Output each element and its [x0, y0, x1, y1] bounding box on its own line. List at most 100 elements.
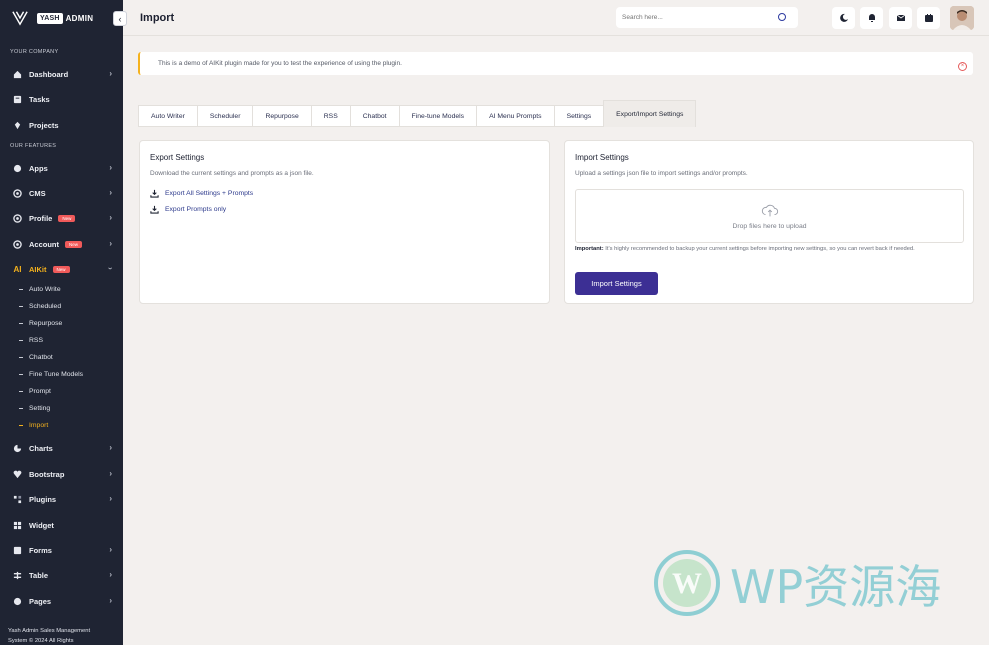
settings-tabs: Auto Writer Scheduler Repurpose RSS Chat…	[138, 100, 697, 127]
page-title: Import	[140, 12, 175, 24]
dark-mode-button[interactable]	[832, 7, 855, 29]
svg-text:W: W	[672, 567, 702, 600]
new-badge: New	[58, 214, 76, 222]
sidebar-item-label: Pages	[29, 596, 52, 606]
tab-rss[interactable]: RSS	[310, 105, 350, 127]
sidebar-item-account[interactable]: Account New ›	[0, 236, 123, 252]
watermark-logo: W WP资源海	[654, 550, 941, 616]
search-input[interactable]	[622, 14, 772, 21]
plugin-icon	[13, 495, 22, 504]
export-description: Download the current settings and prompt…	[150, 170, 314, 177]
export-prompts-link[interactable]: Export Prompts only	[150, 205, 226, 214]
home-icon	[13, 70, 22, 79]
ai-icon: AI	[13, 264, 22, 274]
sidebar-subitem-fine-tune-models[interactable]: Fine Tune Models	[19, 371, 83, 378]
sidebar-item-bootstrap[interactable]: Bootstrap ›	[0, 466, 123, 482]
tab-chatbot[interactable]: Chatbot	[349, 105, 399, 127]
forms-icon	[13, 546, 22, 555]
sidebar-item-label: CMS	[29, 188, 46, 198]
download-icon	[150, 189, 159, 198]
chevron-right-icon: ›	[109, 163, 112, 172]
tasks-icon	[13, 95, 22, 104]
tab-export-import-settings[interactable]: Export/Import Settings	[603, 100, 697, 127]
user-avatar-icon	[950, 6, 974, 30]
sidebar-item-label: Apps	[29, 163, 48, 173]
brand-name: ADMIN	[65, 13, 94, 23]
sidebar-item-label: Tasks	[29, 94, 50, 104]
notifications-button[interactable]	[860, 7, 883, 29]
chevron-right-icon: ›	[109, 469, 112, 478]
notice-text: This is a demo of AIKit plugin made for …	[158, 60, 402, 67]
sidebar-item-projects[interactable]: Projects	[0, 117, 123, 133]
chevron-right-icon: ›	[109, 239, 112, 248]
tab-auto-writer[interactable]: Auto Writer	[138, 105, 197, 127]
sidebar-subitem-setting[interactable]: Setting	[19, 405, 50, 412]
chevron-right-icon: ›	[109, 596, 112, 605]
tab-repurpose[interactable]: Repurpose	[252, 105, 311, 127]
sidebar-item-aikit[interactable]: AI AIKit New ›	[0, 261, 123, 277]
import-settings-button[interactable]: Import Settings	[575, 272, 658, 295]
messages-button[interactable]	[889, 7, 912, 29]
sidebar-subitem-auto-write[interactable]: Auto Write	[19, 286, 61, 293]
cms-icon	[13, 188, 22, 198]
sidebar-item-label: Profile	[29, 213, 53, 223]
tab-ai-menu-prompts[interactable]: AI Menu Prompts	[476, 105, 554, 127]
sidebar-item-label: Projects	[29, 120, 59, 130]
tab-fine-tune-models[interactable]: Fine-tune Models	[398, 105, 477, 127]
close-icon[interactable]: ×	[958, 62, 967, 71]
pages-icon	[13, 597, 22, 606]
chevron-right-icon: ›	[109, 545, 112, 554]
sidebar-subitem-rss[interactable]: RSS	[19, 337, 43, 344]
sidebar-subitem-scheduled[interactable]: Scheduled	[19, 303, 61, 310]
sidebar-item-widget[interactable]: Widget	[0, 517, 123, 533]
search-icon[interactable]	[778, 13, 786, 21]
demo-notice: This is a demo of AIKit plugin made for …	[138, 52, 973, 75]
bell-icon	[868, 14, 875, 22]
sidebar-item-tasks[interactable]: Tasks	[0, 91, 123, 107]
sidebar-item-table[interactable]: Table ›	[0, 567, 123, 583]
calendar-button[interactable]	[917, 7, 940, 29]
account-icon	[13, 239, 22, 249]
profile-icon	[13, 213, 22, 223]
sidebar-item-cms[interactable]: CMS ›	[0, 185, 123, 201]
sidebar-subitem-repurpose[interactable]: Repurpose	[19, 320, 62, 327]
sidebar-item-label: Forms	[29, 545, 52, 555]
sidebar-item-label: Widget	[29, 520, 54, 530]
sidebar-item-pages[interactable]: Pages ›	[0, 593, 123, 609]
sidebar-item-label: Charts	[29, 443, 53, 453]
calendar-icon	[924, 14, 933, 22]
sidebar-item-profile[interactable]: Profile New ›	[0, 210, 123, 226]
rocket-icon	[13, 121, 22, 130]
search-box[interactable]	[616, 7, 798, 28]
heart-icon	[13, 470, 22, 479]
avatar[interactable]	[950, 6, 974, 30]
chevron-left-icon: ‹	[118, 13, 122, 24]
chevron-right-icon: ›	[109, 443, 112, 452]
important-note: Important: It's highly recommended to ba…	[575, 246, 915, 252]
sidebar-item-forms[interactable]: Forms ›	[0, 542, 123, 558]
sidebar-subitem-prompt[interactable]: Prompt	[19, 388, 51, 395]
section-label-features: OUR FEATURES	[10, 143, 57, 149]
brand[interactable]: YASH ADMIN	[0, 0, 123, 36]
tab-settings[interactable]: Settings	[553, 105, 604, 127]
chevron-right-icon: ›	[109, 494, 112, 503]
tab-scheduler[interactable]: Scheduler	[196, 105, 253, 127]
sidebar-item-label: Dashboard	[29, 69, 69, 79]
sidebar-item-plugins[interactable]: Plugins ›	[0, 491, 123, 507]
sidebar-subitem-chatbot[interactable]: Chatbot	[19, 354, 53, 361]
chevron-right-icon: ›	[109, 188, 112, 197]
file-dropzone[interactable]: Drop files here to upload	[575, 189, 964, 243]
apps-icon	[13, 164, 22, 173]
export-settings-card: Export Settings Download the current set…	[139, 140, 550, 304]
sidebar: YASH ADMIN ‹ YOUR COMPANY Dashboard › Ta…	[0, 0, 127, 645]
sidebar-item-apps[interactable]: Apps ›	[0, 160, 123, 176]
export-all-link[interactable]: Export All Settings + Prompts	[150, 189, 253, 198]
sidebar-item-label: Table	[29, 570, 49, 580]
sidebar-item-charts[interactable]: Charts ›	[0, 440, 123, 456]
sidebar-footer: Yash Admin Sales Management System © 202…	[8, 628, 91, 644]
chart-icon	[13, 444, 22, 453]
widget-icon	[13, 521, 22, 530]
sidebar-subitem-import[interactable]: Import	[19, 422, 48, 429]
sidebar-item-dashboard[interactable]: Dashboard ›	[0, 66, 123, 82]
export-title: Export Settings	[150, 153, 205, 162]
